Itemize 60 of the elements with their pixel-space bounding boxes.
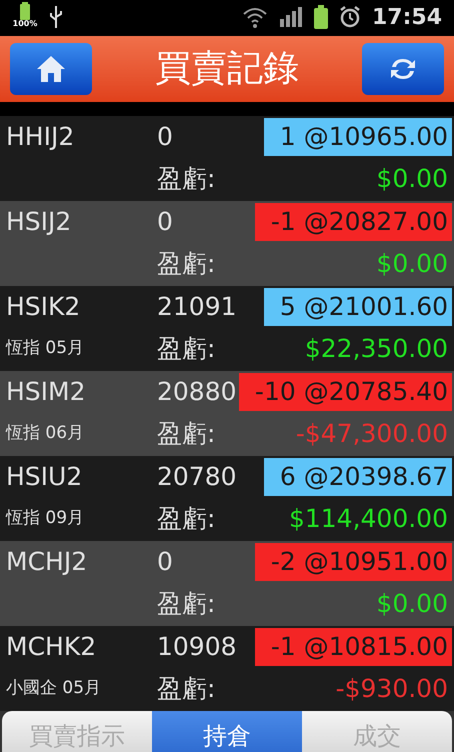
position-badge: -1 @10815.00 <box>254 628 452 666</box>
pnl-label: 盈虧: <box>157 673 216 706</box>
position-row[interactable]: MCHJ2 0 -2 @10951.00 盈虧: $0.00 <box>0 541 454 626</box>
pnl-label: 盈虧: <box>157 248 216 280</box>
pnl-label: 盈虧: <box>157 418 216 450</box>
price: 0 <box>157 546 173 578</box>
battery-icon <box>314 5 328 29</box>
home-icon <box>35 54 67 84</box>
price: 20880 <box>157 376 237 408</box>
pnl-value: $114,400.00 <box>288 503 449 536</box>
symbol: MCHJ2 <box>5 546 88 578</box>
alarm-icon <box>340 6 360 28</box>
pnl-value: $0.00 <box>376 163 449 196</box>
signal-icon <box>280 7 302 27</box>
symbol: HSIJ2 <box>5 206 72 238</box>
position-row[interactable]: HSIK2 21091 5 @21001.60 恆指 05月 盈虧: $22,350.00 <box>0 286 454 371</box>
price: 0 <box>157 206 173 238</box>
position-row[interactable]: HSIJ2 0 -1 @20827.00 盈虧: $0.00 <box>0 201 454 286</box>
symbol: HSIM2 <box>5 376 87 408</box>
position-badge: -1 @20827.00 <box>254 203 452 241</box>
home-button[interactable] <box>10 43 92 95</box>
symbol: MCHK2 <box>5 631 98 664</box>
battery-percent: 100% <box>12 20 38 28</box>
pnl-value: $0.00 <box>376 248 449 280</box>
pnl-label: 盈虧: <box>157 588 216 620</box>
price: 10908 <box>157 631 237 664</box>
position-row[interactable]: HSIU2 20780 6 @20398.67 恆指 09月 盈虧: $114,400.00 <box>0 456 454 541</box>
wifi-icon <box>242 6 268 28</box>
tab[interactable]: 持倉 <box>152 711 302 752</box>
clock-time: 17:54 <box>372 4 442 32</box>
price: 20780 <box>157 461 237 494</box>
pnl-value: -$930.00 <box>336 673 449 706</box>
symbol: HSIK2 <box>5 291 82 324</box>
position-badge: -10 @20785.40 <box>238 373 452 411</box>
symbol: HHIJ2 <box>5 121 76 154</box>
pnl-label: 盈虧: <box>157 163 216 196</box>
pnl-value: $0.00 <box>376 588 449 620</box>
usb-icon <box>50 6 62 28</box>
contract-month: 小國企 05月 <box>6 678 102 698</box>
contract-month: 恆指 09月 <box>6 508 84 528</box>
position-row[interactable]: MCHK2 10908 -1 @10815.00 小國企 05月 盈虧: -$930.00 <box>0 626 454 711</box>
page-title: 買賣記錄 <box>155 47 299 91</box>
contract-month: 恆指 05月 <box>6 338 84 358</box>
price: 21091 <box>157 291 237 324</box>
price: 0 <box>157 121 173 154</box>
position-badge: 1 @10965.00 <box>264 118 452 156</box>
pnl-value: -$47,300.00 <box>296 418 449 450</box>
contract-month: 恆指 06月 <box>6 423 84 444</box>
battery-icon <box>20 2 30 20</box>
position-badge: -2 @10951.00 <box>254 543 452 581</box>
symbol: HSIU2 <box>5 461 84 494</box>
pnl-label: 盈虧: <box>157 333 216 366</box>
refresh-button[interactable] <box>362 43 444 95</box>
pnl-value: $22,350.00 <box>304 333 449 366</box>
refresh-icon <box>388 56 418 82</box>
position-row[interactable]: HSIM2 20880 -10 @20785.40 恆指 06月 盈虧: -$47,300.00 <box>0 371 454 456</box>
position-badge: 5 @21001.60 <box>264 288 452 326</box>
pnl-label: 盈虧: <box>157 503 216 536</box>
position-badge: 6 @20398.67 <box>264 458 452 496</box>
position-row[interactable]: HHIJ2 0 1 @10965.00 盈虧: $0.00 <box>0 116 454 201</box>
